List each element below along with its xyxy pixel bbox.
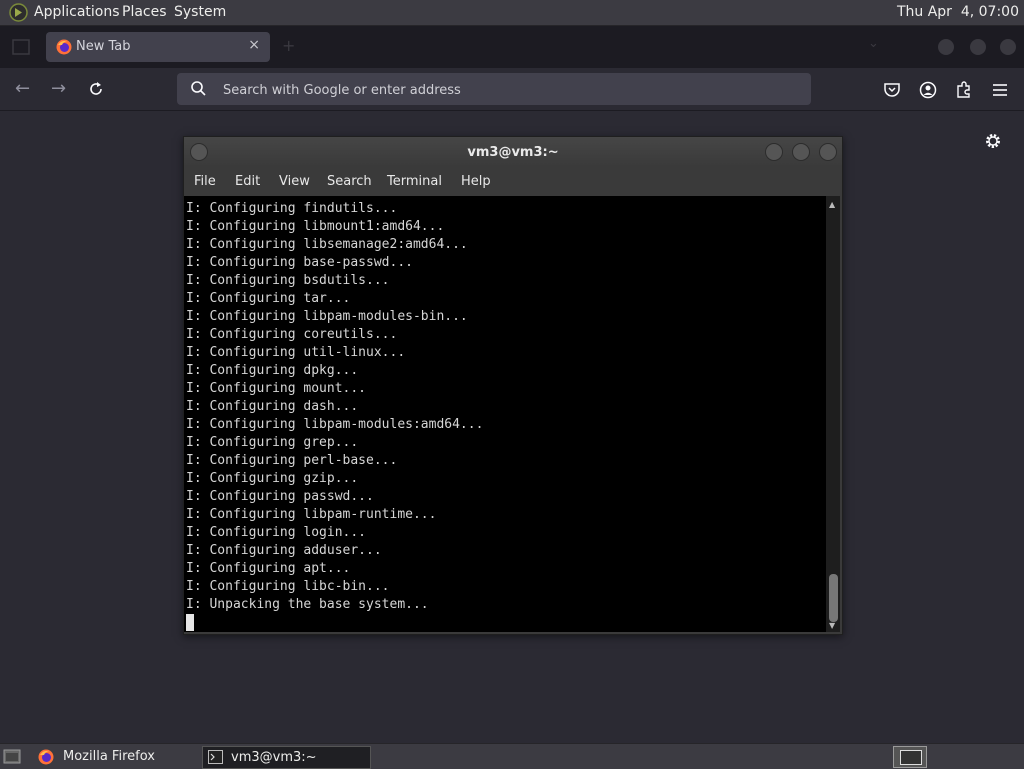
tab-new-tab[interactable]: New Tab × xyxy=(46,32,270,62)
account-icon[interactable] xyxy=(919,81,937,99)
page-settings-gear-icon[interactable] xyxy=(984,132,1002,150)
maximize-icon[interactable] xyxy=(792,143,810,161)
top-panel: Applications Places System Thu Apr 4, 07… xyxy=(0,0,1024,26)
workspace-1[interactable] xyxy=(900,750,922,765)
terminal-line: I: Unpacking the base system... xyxy=(186,597,429,612)
terminal-line: I: Configuring base-passwd... xyxy=(186,255,413,270)
forward-icon[interactable]: → xyxy=(51,79,66,99)
terminal-line: I: Configuring libmount1:amd64... xyxy=(186,219,445,234)
close-icon[interactable] xyxy=(819,143,837,161)
terminal-line: I: Configuring login... xyxy=(186,525,367,540)
reload-icon[interactable] xyxy=(88,81,104,97)
tab-title: New Tab xyxy=(76,39,131,54)
menu-system[interactable]: System xyxy=(174,4,226,20)
list-all-tabs-icon[interactable]: ⌄ xyxy=(868,36,879,51)
scrollbar-thumb[interactable] xyxy=(829,574,838,622)
terminal-title: vm3@vm3:~ xyxy=(467,145,559,160)
terminal-icon xyxy=(208,750,223,764)
terminal-line: I: Configuring libpam-modules:amd64... xyxy=(186,417,484,432)
task-terminal[interactable]: vm3@vm3:~ xyxy=(202,746,371,769)
url-bar[interactable] xyxy=(177,73,811,105)
terminal-menubar: File Edit View Search Terminal Help xyxy=(184,167,842,195)
terminal-line: I: Configuring util-linux... xyxy=(186,345,406,360)
terminal-line: I: Configuring mount... xyxy=(186,381,367,396)
menu-edit[interactable]: Edit xyxy=(235,174,260,189)
terminal-scrollbar[interactable]: ▲ ▼ xyxy=(826,196,840,632)
terminal-line: I: Configuring libsemanage2:amd64... xyxy=(186,237,468,252)
terminal-line: I: Configuring libpam-runtime... xyxy=(186,507,437,522)
scroll-down-icon[interactable]: ▼ xyxy=(829,621,835,630)
firefox-icon xyxy=(56,39,72,55)
terminal-lines: I: Configuring findutils... I: Configuri… xyxy=(184,196,826,632)
terminal-line: I: Configuring passwd... xyxy=(186,489,374,504)
terminal-output[interactable]: I: Configuring findutils... I: Configuri… xyxy=(184,196,826,632)
maximize-window-icon[interactable] xyxy=(970,39,986,55)
menu-help[interactable]: Help xyxy=(461,174,491,189)
terminal-line: I: Configuring libpam-modules-bin... xyxy=(186,309,468,324)
minimize-window-icon[interactable] xyxy=(938,39,954,55)
menu-file[interactable]: File xyxy=(194,174,216,189)
menu-icon[interactable] xyxy=(991,81,1009,99)
terminal-line: I: Configuring findutils... xyxy=(186,201,398,216)
terminal-line: I: Configuring coreutils... xyxy=(186,327,398,342)
extensions-icon[interactable] xyxy=(955,81,973,99)
navigation-toolbar: ← → xyxy=(0,68,1024,111)
tab-close-icon[interactable]: × xyxy=(248,37,260,53)
show-desktop-icon[interactable] xyxy=(3,748,21,764)
terminal-line: I: Configuring grep... xyxy=(186,435,359,450)
terminal-line: I: Configuring gzip... xyxy=(186,471,359,486)
workspace-switcher[interactable] xyxy=(893,746,927,768)
terminal-line: I: Configuring dash... xyxy=(186,399,359,414)
terminal-cursor xyxy=(186,614,194,631)
terminal-window[interactable]: vm3@vm3:~ File Edit View Search Terminal… xyxy=(183,136,843,635)
back-icon[interactable]: ← xyxy=(15,79,30,99)
tab-list-icon[interactable] xyxy=(12,39,30,55)
terminal-line: I: Configuring apt... xyxy=(186,561,351,576)
menu-places[interactable]: Places xyxy=(122,4,167,20)
minimize-icon[interactable] xyxy=(765,143,783,161)
pocket-icon[interactable] xyxy=(883,81,901,99)
tab-strip: New Tab × + ⌄ xyxy=(0,26,1024,68)
terminal-line: I: Configuring perl-base... xyxy=(186,453,398,468)
new-tab-icon[interactable]: + xyxy=(282,36,295,55)
terminal-line: I: Configuring libc-bin... xyxy=(186,579,390,594)
menu-terminal[interactable]: Terminal xyxy=(387,174,442,189)
terminal-line: I: Configuring dpkg... xyxy=(186,363,359,378)
clock[interactable]: Thu Apr 4, 07:00 xyxy=(897,4,1019,20)
bottom-panel: Mozilla Firefox vm3@vm3:~ xyxy=(0,743,1024,769)
menu-search[interactable]: Search xyxy=(327,174,372,189)
distro-logo-icon[interactable] xyxy=(9,3,28,22)
terminal-line: I: Configuring adduser... xyxy=(186,543,382,558)
scroll-up-icon[interactable]: ▲ xyxy=(829,200,835,209)
task-firefox[interactable]: Mozilla Firefox xyxy=(34,746,198,767)
menu-view[interactable]: View xyxy=(279,174,310,189)
terminal-titlebar[interactable]: vm3@vm3:~ xyxy=(184,137,842,167)
task-label: Mozilla Firefox xyxy=(63,749,155,764)
search-icon xyxy=(191,81,206,96)
close-window-icon[interactable] xyxy=(1000,39,1016,55)
address-input[interactable] xyxy=(221,78,785,102)
terminal-line: I: Configuring bsdutils... xyxy=(186,273,390,288)
menu-applications[interactable]: Applications xyxy=(34,4,120,20)
task-label: vm3@vm3:~ xyxy=(231,750,317,765)
firefox-icon xyxy=(38,749,54,765)
terminal-line: I: Configuring tar... xyxy=(186,291,351,306)
